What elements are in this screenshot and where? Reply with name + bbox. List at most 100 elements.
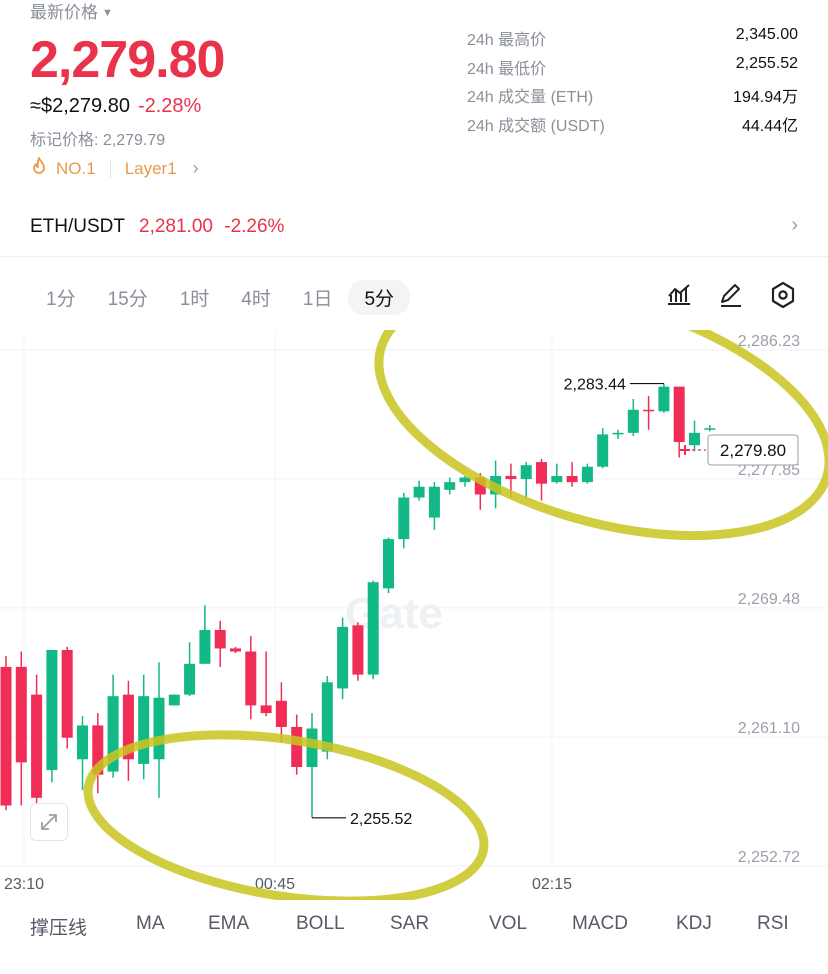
high-marker-label: 2,283.44	[564, 377, 626, 394]
y-tick-label: 2,261.10	[738, 720, 800, 737]
candle	[689, 432, 700, 446]
tab-1d[interactable]: 1日	[287, 280, 349, 315]
tab-5m[interactable]: 5分	[348, 280, 411, 315]
candle	[612, 432, 624, 435]
latest-price-label-text: 最新价格	[30, 3, 98, 22]
tag-divider	[109, 159, 111, 178]
candle	[15, 666, 27, 763]
candle	[245, 651, 257, 706]
y-tick-label: 2,286.23	[738, 333, 800, 350]
indicator-chart-icon[interactable]	[664, 280, 694, 310]
candle	[77, 725, 88, 760]
candle	[260, 705, 272, 714]
stat-value: 2,345.00	[735, 26, 798, 43]
indicator-boll[interactable]: BOLL	[296, 913, 345, 935]
y-tick-label: 2,252.72	[738, 849, 800, 866]
tag-row[interactable]: NO.1 Layer1 ›	[30, 156, 199, 181]
candle	[46, 649, 58, 771]
indicator-sar[interactable]: SAR	[390, 913, 429, 935]
candle	[184, 663, 196, 695]
candle	[413, 486, 425, 498]
y-axis-labels: 2,286.232,277.852,269.482,261.102,252.72	[738, 333, 800, 866]
candle	[199, 629, 211, 664]
caret-down-icon: ▼	[102, 7, 113, 19]
candle	[61, 649, 73, 738]
candle	[520, 465, 532, 480]
mark-price: 标记价格: 2,279.79	[30, 132, 166, 149]
indicator-kdj[interactable]: KDJ	[676, 913, 712, 935]
last-price-tag: 2,279.80	[720, 441, 786, 460]
usd-price: ≈$2,279.80	[30, 95, 130, 117]
latest-price-label[interactable]: 最新价格 ▼	[30, 0, 113, 23]
indicator-rsi[interactable]: RSI	[757, 913, 789, 935]
candle	[214, 629, 226, 649]
tab-1h[interactable]: 1时	[164, 280, 226, 315]
pair-change: -2.26%	[224, 216, 285, 237]
pair-symbol: ETH/USDT	[30, 216, 125, 237]
tag-category[interactable]: Layer1	[125, 159, 177, 179]
candle	[643, 409, 655, 412]
stat-24h-low: 24h 最低价 2,255.52	[467, 55, 798, 79]
candle	[704, 428, 716, 430]
usd-price-line: ≈$2,279.80 -2.28%	[30, 95, 201, 118]
stat-value: 194.94万	[733, 89, 798, 106]
stat-24h-turnover: 24h 成交额 (USDT) 44.44亿	[467, 112, 798, 136]
candle	[230, 648, 241, 652]
last-price: 2,279.80	[30, 31, 225, 89]
y-tick-label: 2,269.48	[738, 591, 800, 608]
stat-24h-volume: 24h 成交量 (ETH) 194.94万	[467, 83, 798, 107]
candle	[153, 697, 165, 760]
candle	[505, 475, 517, 480]
stat-label: 24h 最低价	[467, 61, 547, 78]
candle	[536, 462, 547, 484]
low-marker-label: 2,255.52	[350, 811, 412, 828]
candle	[627, 409, 639, 433]
indicator-macd[interactable]: MACD	[572, 913, 628, 935]
stat-label: 24h 最高价	[467, 32, 547, 49]
timeframe-tabs: 1分 15分 1时 4时 1日 5分	[30, 280, 411, 315]
candlestick-chart[interactable]: Gate 2,286.232,277.852,269.482,261.102,2…	[0, 330, 828, 900]
x-tick-label: 23:10	[4, 876, 44, 893]
chevron-right-icon[interactable]: ›	[791, 214, 798, 237]
tag-rank[interactable]: NO.1	[56, 159, 96, 179]
stat-value: 44.44亿	[741, 118, 798, 135]
expand-icon[interactable]	[30, 803, 68, 841]
draw-pencil-icon[interactable]	[716, 280, 746, 310]
candle	[337, 626, 349, 689]
candle	[275, 700, 287, 727]
tab-4h[interactable]: 4时	[225, 280, 287, 315]
x-axis-labels: 23:10 00:45 02:15	[4, 876, 572, 893]
candle	[428, 486, 440, 518]
candle	[367, 582, 379, 675]
candle	[398, 497, 410, 540]
tab-1m[interactable]: 1分	[30, 280, 92, 315]
change-percent: -2.28%	[137, 95, 202, 117]
candle	[31, 694, 43, 798]
indicator-ema[interactable]: EMA	[208, 913, 249, 935]
x-tick-label: 02:15	[532, 876, 572, 893]
stat-value: 2,255.52	[735, 55, 798, 72]
candle	[658, 386, 670, 412]
chevron-right-icon[interactable]: ›	[193, 158, 199, 179]
stat-24h-high: 24h 最高价 2,345.00	[467, 26, 798, 50]
stat-label: 24h 成交额 (USDT)	[467, 118, 605, 135]
pair-price: 2,281.00	[139, 216, 213, 237]
candle	[291, 726, 303, 767]
indicator-ma[interactable]: MA	[136, 913, 165, 935]
indicator-support-resistance[interactable]: 撑压线	[30, 913, 87, 940]
candle	[551, 475, 563, 483]
flame-icon	[30, 156, 48, 181]
pair-row[interactable]: ETH/USDT 2,281.00 -2.26%	[30, 216, 284, 238]
candle	[352, 625, 364, 675]
section-divider	[0, 256, 828, 257]
settings-hexagon-icon[interactable]	[768, 280, 798, 310]
indicator-vol[interactable]: VOL	[489, 913, 527, 935]
tab-15m[interactable]: 15分	[92, 280, 164, 315]
candle	[0, 666, 12, 806]
candle	[566, 475, 578, 483]
candle	[581, 466, 593, 483]
candle	[168, 694, 180, 706]
highlight-ellipses	[83, 330, 828, 900]
candle	[673, 386, 685, 443]
stat-label: 24h 成交量 (ETH)	[467, 89, 594, 106]
